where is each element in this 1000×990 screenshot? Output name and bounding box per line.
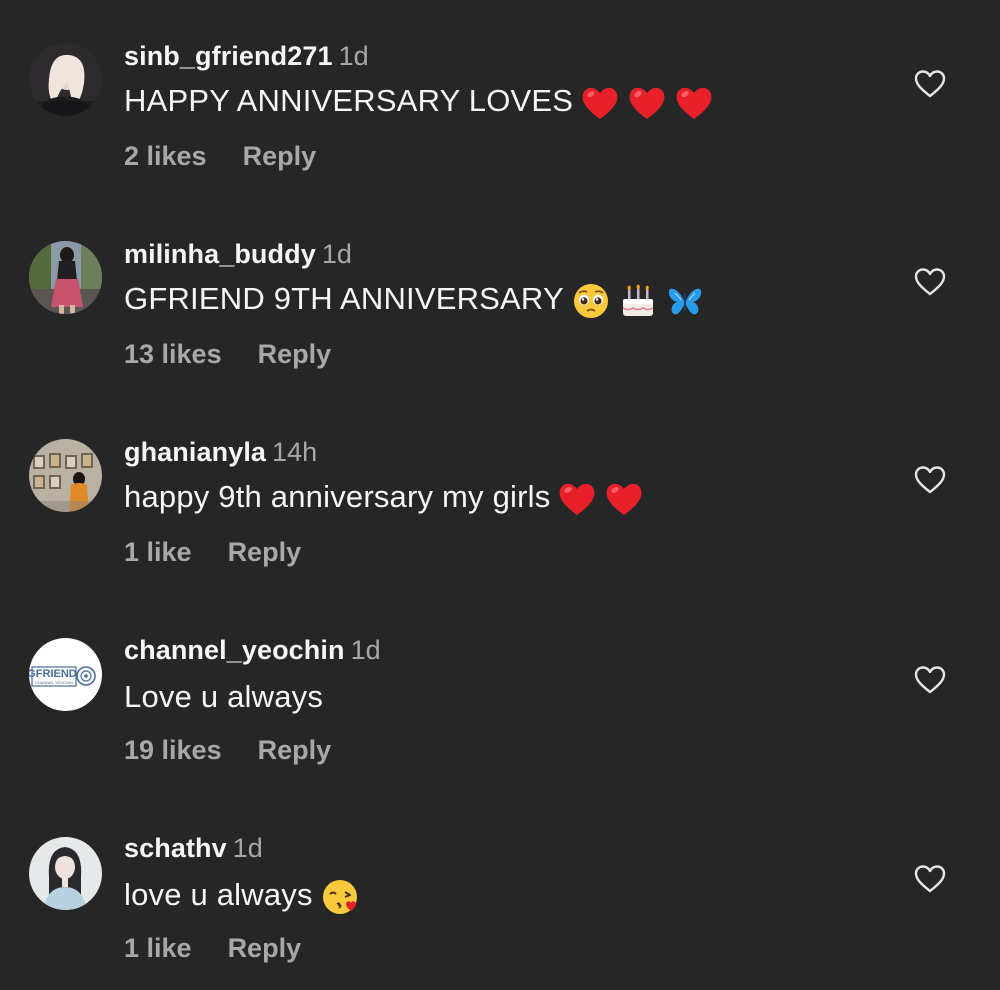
comment-body: happy 9th anniversary my girls [124,479,551,514]
like-heart-icon[interactable] [913,862,947,896]
likes-count[interactable]: 19 likes [124,734,222,766]
svg-text:GFRIEND: GFRIEND [29,668,77,680]
reply-button[interactable]: Reply [258,338,332,370]
user-avatar[interactable] [29,837,102,910]
comment-item: milinha_buddy 1d GFRIEND 9TH ANNIVERSARY … [0,198,1000,396]
like-heart-icon[interactable] [913,265,947,299]
likes-count[interactable]: 2 likes [124,140,207,172]
red-heart-emoji-icon [580,83,620,123]
username-link[interactable]: ghanianyla [124,437,266,467]
comment-actions: 2 likes Reply [124,140,316,172]
red-heart-emoji-icon [557,479,597,519]
likes-count[interactable]: 1 like [124,536,192,568]
username-link[interactable]: channel_yeochin [124,635,345,665]
comment-text: love u always [124,875,360,917]
username-link[interactable]: milinha_buddy [124,239,316,269]
like-heart-icon[interactable] [913,67,947,101]
comment-body: GFRIEND 9TH ANNIVERSARY [124,281,564,316]
red-heart-emoji-icon [627,83,667,123]
comment-meta: channel_yeochin 1d [124,634,381,666]
comment-text: Love u always [124,677,323,717]
comment-meta: ghanianyla 14h [124,436,317,468]
butterfly-emoji-icon [665,281,705,321]
user-avatar[interactable]: GFRIEND CHANNEL YEOCHIN [29,638,102,711]
comment-item: GFRIEND CHANNEL YEOCHIN channel_yeochin 1… [0,594,1000,792]
comment-text: happy 9th anniversary my girls [124,477,644,519]
red-heart-emoji-icon [674,83,714,123]
like-heart-icon[interactable] [913,463,947,497]
timestamp: 1d [350,635,381,665]
birthday-cake-emoji-icon [618,281,658,321]
username-link[interactable]: schathv [124,833,227,863]
likes-count[interactable]: 1 like [124,932,192,964]
likes-count[interactable]: 13 likes [124,338,222,370]
comment-meta: schathv 1d [124,832,263,864]
comment-item: ghanianyla 14h happy 9th anniversary my g… [0,396,1000,594]
gfriend-channel-logo-avatar-icon: GFRIEND CHANNEL YEOCHIN [29,638,102,711]
timestamp: 1d [232,833,263,863]
comment-meta: milinha_buddy 1d [124,238,352,270]
comment-text: HAPPY ANNIVERSARY LOVES [124,81,714,123]
comment-item: schathv 1d love u always 1 like Reply [0,792,1000,990]
comment-meta: sinb_gfriend271 1d [124,40,369,72]
girl-in-street-avatar-icon [29,241,102,314]
pleading-face-emoji-icon [571,281,611,321]
reply-button[interactable]: Reply [228,932,302,964]
timestamp: 1d [338,41,369,71]
reply-button[interactable]: Reply [228,536,302,568]
user-avatar[interactable] [29,439,102,512]
comment-actions: 1 like Reply [124,932,301,964]
blonde-woman-avatar-icon [29,43,102,116]
comment-actions: 19 likes Reply [124,734,331,766]
reply-button[interactable]: Reply [243,140,317,172]
timestamp: 1d [321,239,352,269]
gallery-visitor-avatar-icon [29,439,102,512]
username-link[interactable]: sinb_gfriend271 [124,41,333,71]
red-heart-emoji-icon [604,479,644,519]
reply-button[interactable]: Reply [258,734,332,766]
comment-text: GFRIEND 9TH ANNIVERSARY [124,279,705,321]
comment-body: love u always [124,877,313,912]
comment-body: Love u always [124,679,324,714]
dark-hair-girl-avatar-icon [29,837,102,910]
svg-text:CHANNEL YEOCHIN: CHANNEL YEOCHIN [35,680,73,685]
comment-actions: 13 likes Reply [124,338,331,370]
timestamp: 14h [272,437,318,467]
face-blowing-kiss-emoji-icon [320,877,360,917]
like-heart-icon[interactable] [913,663,947,697]
comment-item: sinb_gfriend271 1d HAPPY ANNIVERSARY LOVE… [0,0,1000,198]
comment-actions: 1 like Reply [124,536,301,568]
user-avatar[interactable] [29,241,102,314]
user-avatar[interactable] [29,43,102,116]
comment-body: HAPPY ANNIVERSARY LOVES [124,83,574,118]
